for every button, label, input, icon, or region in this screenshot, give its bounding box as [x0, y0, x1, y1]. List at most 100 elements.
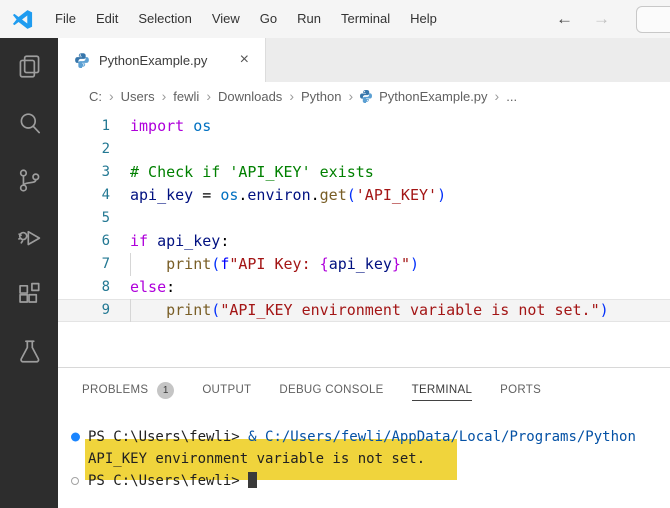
terminal-text: & C:/Users/fewli/AppData/Local/Programs/…: [248, 429, 636, 445]
token-fstring: f: [220, 255, 230, 273]
menu-item-edit[interactable]: Edit: [86, 0, 128, 38]
code-editor[interactable]: 1 import os 2 3 # Check if 'API_KEY' exists 4…: [58, 110, 670, 367]
line-number: 9: [101, 302, 110, 318]
menu-item-run[interactable]: Run: [287, 0, 331, 38]
panel-tab-bar: PROBLEMS 1 OUTPUT DEBUG CONSOLE TERMINAL PORT…: [58, 368, 670, 412]
command-decoration-icon[interactable]: [71, 432, 80, 442]
menu-item-help[interactable]: Help: [400, 0, 447, 38]
explorer-icon[interactable]: [14, 51, 45, 82]
line-number: 1: [101, 118, 110, 134]
run-and-debug-icon[interactable]: [14, 222, 45, 253]
panel-tab-label: OUTPUT: [202, 384, 252, 396]
code-line[interactable]: 4 api_key = os.environ.get('API_KEY'): [58, 184, 670, 207]
terminal-line: PS C:\Users\fewli> & C:/Users/fewli/AppD…: [71, 426, 670, 448]
history-nav: ← →: [556, 0, 610, 38]
menu-bar: File Edit Selection View Go Run Terminal Help: [45, 0, 447, 38]
breadcrumb-item[interactable]: Python: [300, 89, 342, 104]
token-bracket: (: [211, 301, 221, 319]
code-text: print("API_KEY environment variable is n…: [130, 299, 609, 322]
terminal-text: API_KEY environment variable is not set.: [88, 451, 426, 467]
code-line[interactable]: 9 print("API_KEY environment variable is…: [58, 299, 670, 322]
token-plain: =: [193, 186, 221, 204]
prompt-decoration-icon[interactable]: [71, 477, 79, 485]
token-string: "API Key:: [229, 255, 320, 273]
token-brace: {: [319, 255, 329, 273]
tab-pythonexample[interactable]: PythonExample.py ×: [58, 38, 266, 82]
terminal-text: PS C:\Users\fewli>: [88, 429, 249, 445]
panel-tab-label: TERMINAL: [411, 380, 473, 401]
token-function: get: [319, 186, 347, 204]
menu-item-file[interactable]: File: [45, 0, 86, 38]
testing-icon[interactable]: [14, 336, 45, 367]
token-function: print: [166, 255, 212, 273]
indent-guide: [130, 253, 131, 276]
code-text: print(f"API Key: {api_key}"): [130, 253, 419, 276]
breadcrumb-item[interactable]: Users: [120, 89, 156, 104]
token-bracket: (: [211, 255, 221, 273]
panel-tab-debug-console[interactable]: DEBUG CONSOLE: [279, 368, 383, 412]
code-text: if api_key:: [130, 230, 229, 253]
token-plain: :: [166, 278, 176, 296]
token-string: "API_KEY environment variable is not set…: [220, 301, 600, 319]
token-variable: api_key: [157, 232, 221, 250]
breadcrumb-separator: ›: [289, 88, 294, 104]
breadcrumb-item[interactable]: PythonExample.py: [378, 89, 488, 104]
menu-item-selection[interactable]: Selection: [128, 0, 201, 38]
terminal-cursor: [248, 472, 258, 488]
menu-item-view[interactable]: View: [202, 0, 250, 38]
line-number: 7: [101, 256, 110, 272]
close-icon[interactable]: ×: [236, 50, 253, 70]
code-line[interactable]: 8 else:: [58, 276, 670, 299]
code-line[interactable]: 7 print(f"API Key: {api_key}"): [58, 253, 670, 276]
source-control-icon[interactable]: [14, 165, 45, 196]
token-module: os: [193, 117, 212, 135]
breadcrumb-separator: ›: [494, 88, 500, 104]
line-number: 4: [101, 187, 110, 203]
vscode-logo-icon: [12, 9, 33, 29]
line-number: 2: [101, 141, 110, 157]
search-icon[interactable]: [14, 108, 45, 139]
problems-count-badge: 1: [157, 381, 175, 399]
breadcrumb-item[interactable]: Downloads: [217, 89, 283, 104]
extensions-icon[interactable]: [14, 279, 45, 310]
token-bracket: ): [437, 186, 447, 204]
breadcrumb-separator: ›: [206, 88, 211, 104]
code-line[interactable]: 3 # Check if 'API_KEY' exists: [58, 161, 670, 184]
breadcrumb-item[interactable]: fewli: [172, 89, 200, 104]
token-plain: :: [220, 232, 230, 250]
panel-tab-label: PORTS: [500, 384, 542, 396]
code-line[interactable]: 6 if api_key:: [58, 230, 670, 253]
indent-guide: [130, 299, 131, 322]
menu-item-terminal[interactable]: Terminal: [331, 0, 400, 38]
terminal[interactable]: PS C:\Users\fewli> & C:/Users/fewli/AppD…: [58, 412, 670, 508]
panel-tab-problems[interactable]: PROBLEMS 1: [82, 368, 175, 412]
panel-tab-terminal[interactable]: TERMINAL: [411, 368, 473, 412]
panel-tab-output[interactable]: OUTPUT: [202, 368, 251, 412]
command-center-search-input[interactable]: [636, 6, 670, 33]
token-comment: # Check if 'API_KEY' exists: [130, 163, 374, 181]
code-text: api_key = os.environ.get('API_KEY'): [130, 184, 446, 207]
token-keyword: import: [130, 117, 185, 135]
code-text: # Check if 'API_KEY' exists: [130, 161, 374, 184]
token-string: ": [400, 255, 410, 273]
main-area: PythonExample.py × C: › Users › fewli › Downlo…: [58, 38, 670, 508]
token-variable: api_key: [130, 186, 194, 204]
breadcrumb-item[interactable]: ...: [505, 89, 518, 104]
forward-arrow-icon[interactable]: →: [593, 9, 610, 29]
code-line[interactable]: 2: [58, 138, 670, 161]
line-number: 8: [101, 279, 110, 295]
code-line[interactable]: 1 import os: [58, 115, 670, 138]
line-number: 5: [101, 210, 110, 226]
menu-item-go[interactable]: Go: [250, 0, 287, 38]
token-bracket: ): [409, 255, 419, 273]
tab-label: PythonExample.py: [99, 52, 208, 68]
breadcrumb-item[interactable]: C:: [88, 89, 103, 104]
panel-tab-ports[interactable]: PORTS: [500, 368, 541, 412]
token-function: print: [166, 301, 212, 319]
code-line[interactable]: 5: [58, 207, 670, 230]
token-variable: api_key: [328, 255, 392, 273]
back-arrow-icon[interactable]: ←: [556, 9, 573, 29]
